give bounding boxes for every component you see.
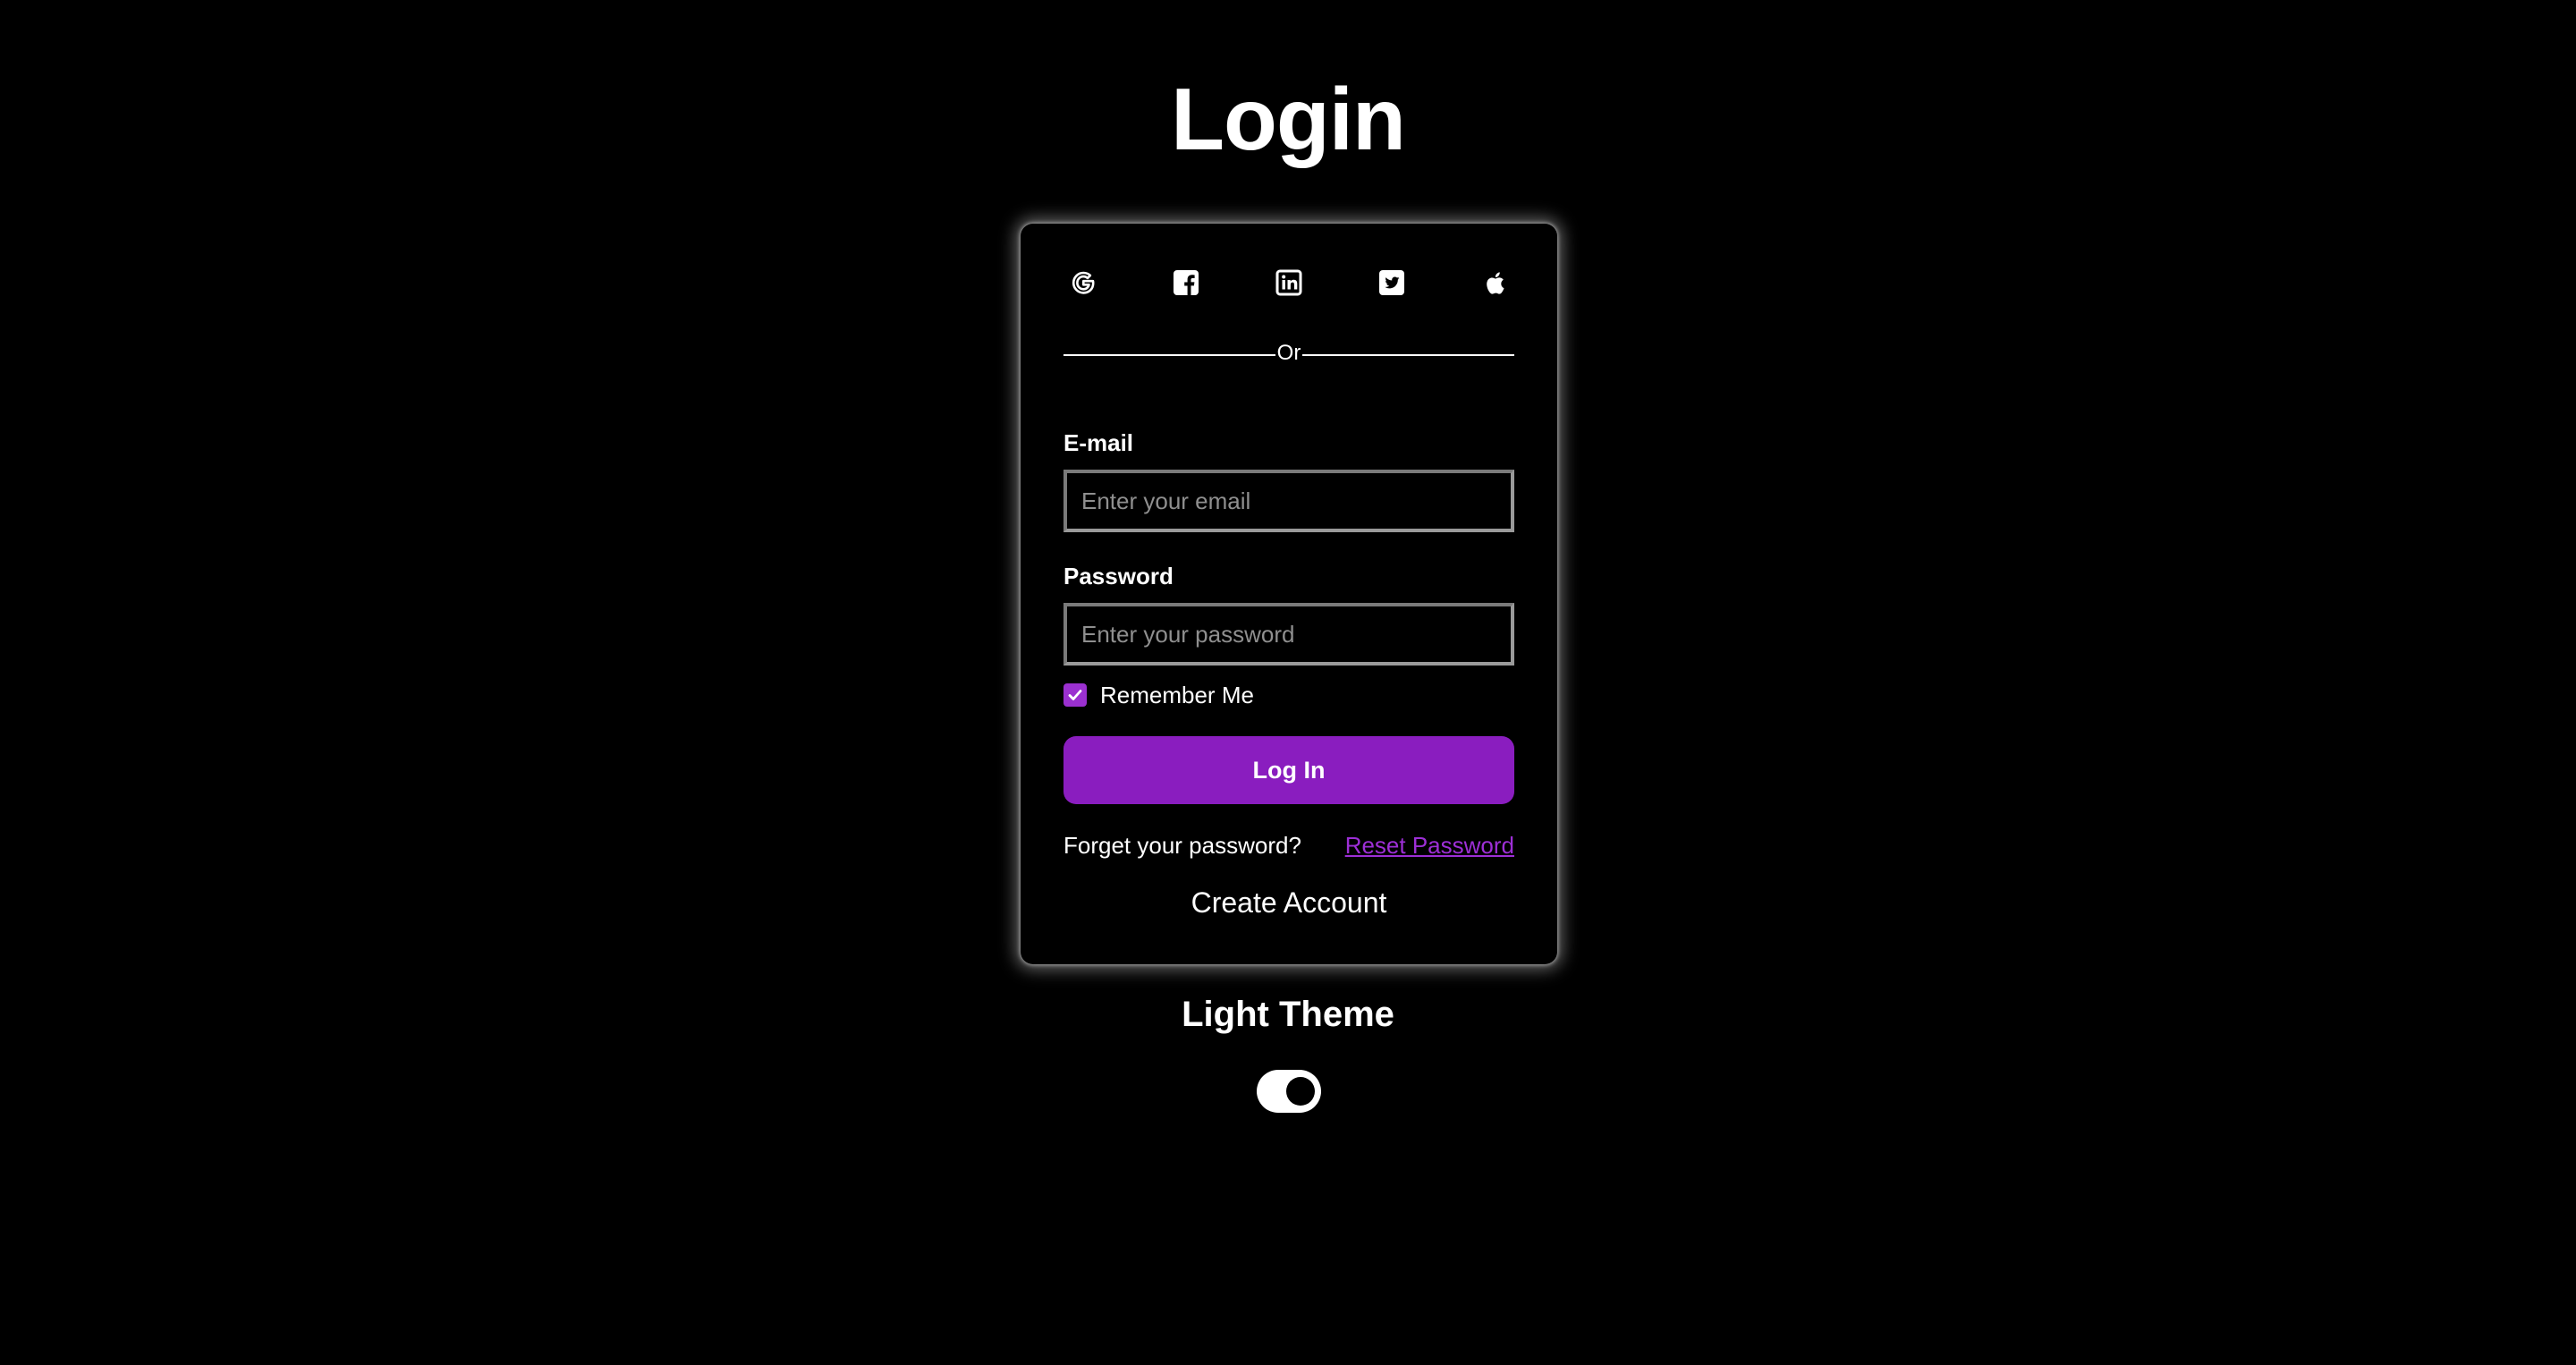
login-button[interactable]: Log In bbox=[1063, 736, 1514, 804]
twitter-login-button[interactable] bbox=[1372, 263, 1411, 302]
login-card: Or E-mail Password Remember Me Log In Fo… bbox=[1021, 224, 1557, 964]
forgot-password-text: Forget your password? bbox=[1063, 831, 1301, 859]
apple-login-button[interactable] bbox=[1475, 263, 1514, 302]
checkmark-icon bbox=[1068, 690, 1082, 700]
reset-password-link[interactable]: Reset Password bbox=[1345, 832, 1514, 860]
twitter-icon bbox=[1379, 270, 1404, 295]
remember-me-checkbox[interactable] bbox=[1063, 683, 1087, 707]
email-label: E-mail bbox=[1063, 429, 1134, 456]
facebook-icon bbox=[1174, 270, 1199, 295]
theme-toggle[interactable] bbox=[1257, 1070, 1321, 1113]
social-login-row bbox=[1063, 263, 1514, 302]
forgot-password-row: Forget your password? Reset Password bbox=[1063, 831, 1514, 860]
remember-me-label: Remember Me bbox=[1100, 682, 1254, 708]
facebook-login-button[interactable] bbox=[1166, 263, 1206, 302]
password-input[interactable] bbox=[1063, 603, 1514, 666]
create-account-link[interactable]: Create Account bbox=[1021, 886, 1557, 920]
theme-title: Light Theme bbox=[1182, 995, 1394, 1034]
page-title: Login bbox=[1171, 70, 1406, 168]
toggle-knob bbox=[1286, 1077, 1315, 1106]
linkedin-icon bbox=[1275, 269, 1302, 296]
login-page: Login Or E-mail Enter your email Passwor… bbox=[0, 0, 2576, 1365]
apple-icon bbox=[1487, 272, 1504, 294]
remember-me-row: Remember Me bbox=[1063, 682, 1254, 708]
divider-text: Or bbox=[1021, 340, 1557, 367]
linkedin-login-button[interactable] bbox=[1269, 263, 1309, 302]
password-label: Password bbox=[1063, 563, 1174, 589]
divider-label: Or bbox=[1275, 341, 1303, 365]
google-icon bbox=[1072, 271, 1095, 294]
email-input[interactable] bbox=[1063, 470, 1514, 532]
google-login-button[interactable] bbox=[1063, 263, 1103, 302]
